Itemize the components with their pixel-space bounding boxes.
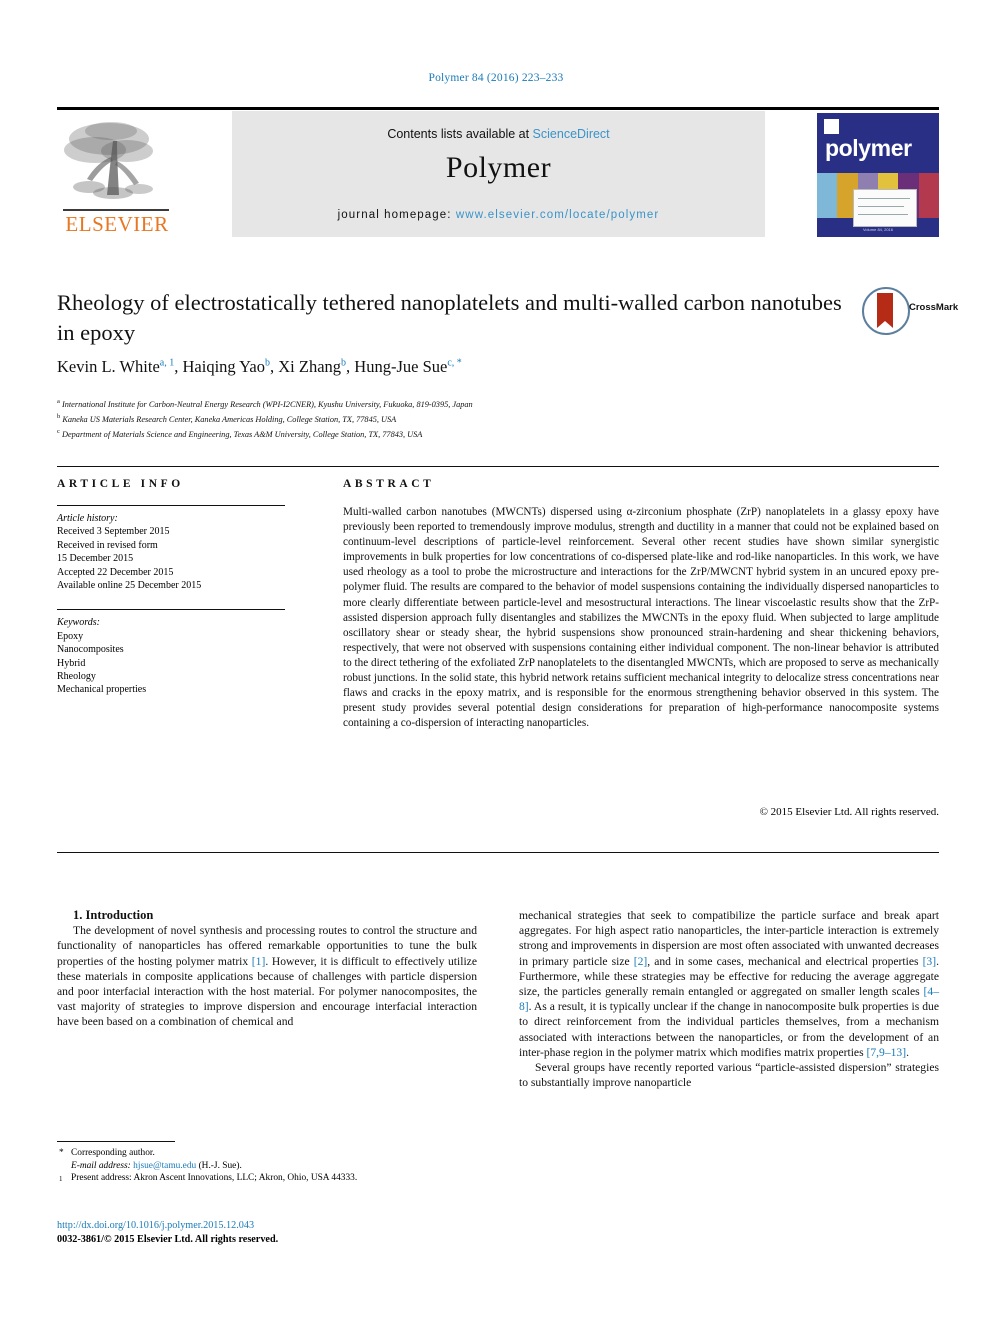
article-history-item: 15 December 2015 [57, 553, 134, 565]
intro-paragraph-left: The development of novel synthesis and p… [57, 923, 477, 1029]
author-name: Kevin L. White [57, 357, 160, 376]
author-affiliation-mark: b [265, 357, 271, 369]
email-owner: (H.-J. Sue). [198, 1160, 242, 1171]
footnote-rule [57, 1141, 175, 1142]
intro-paragraph-right-1: mechanical strategies that seek to compa… [519, 908, 939, 1060]
author-list: Kevin L. Whitea, 1, Haiqing Yaob, Xi Zha… [57, 357, 462, 376]
email-link[interactable]: hjsue@tamu.edu [133, 1161, 196, 1171]
introduction-left-column: 1. Introduction The development of novel… [57, 908, 477, 1030]
affiliation-mark: a [57, 398, 60, 405]
article-history-item: Available online 25 December 2015 [57, 580, 202, 592]
crossmark-icon [862, 287, 910, 335]
journal-homepage-link[interactable]: www.elsevier.com/locate/polymer [456, 209, 659, 221]
article-info-column: Article history: Received 3 September 20… [57, 500, 285, 697]
cover-inset-figure [853, 189, 917, 227]
affiliation-item: a International Institute for Carbon-Neu… [57, 396, 887, 411]
keywords-label: Keywords: [57, 617, 100, 629]
journal-cover-thumbnail: polymer Volume 84, 2016 [817, 113, 939, 237]
keyword-item: Hybrid [57, 657, 86, 669]
keyword-item: Nanocomposites [57, 644, 124, 656]
citation-link[interactable]: [1] [252, 955, 266, 968]
article-history-label: Article history: [57, 513, 118, 524]
keywords-rule [57, 609, 285, 611]
page-title: Rheology of electrostatically tethered n… [57, 290, 842, 345]
affiliation-item: c Department of Materials Science and En… [57, 426, 887, 441]
affiliation-text: Kaneka US Materials Research Center, Kan… [62, 414, 397, 424]
issn-copyright-line: 0032-3861/© 2015 Elsevier Ltd. All right… [57, 1234, 279, 1245]
info-top-rule [57, 466, 939, 467]
elsevier-logo-rule [63, 209, 169, 211]
keyword-item: Mechanical properties [57, 684, 147, 696]
section-heading-introduction: 1. Introduction [73, 908, 154, 922]
keyword-item: Epoxy [57, 630, 84, 642]
crossmark-label: CrossMark [909, 302, 959, 313]
footnote-text: Corresponding author. [71, 1148, 155, 1158]
journal-homepage-line: journal homepage: www.elsevier.com/locat… [232, 209, 765, 221]
author-affiliation-mark: c, * [447, 357, 462, 369]
doi-link[interactable]: http://dx.doi.org/10.1016/j.polymer.2015… [57, 1219, 487, 1233]
elsevier-tree-icon [64, 122, 153, 199]
article-history-item: Received 3 September 2015 [57, 526, 170, 538]
cover-title: polymer [825, 135, 912, 161]
intro-text-part: . [906, 1045, 909, 1059]
affiliation-mark: c [57, 427, 60, 435]
article-history-item: Accepted 22 December 2015 [57, 566, 174, 578]
homepage-prefix: journal homepage: [337, 209, 456, 221]
keyword-item: Rheology [57, 671, 96, 683]
crossmark-bookmark-shape [877, 293, 893, 328]
author-affiliation-mark: b [341, 357, 347, 369]
footnote-email: E-mail address: hjsue@tamu.edu (H.-J. Su… [57, 1160, 477, 1173]
intro-text-part: , and in some cases, mechanical and elec… [647, 954, 923, 968]
article-info-heading: ARTICLE INFO [57, 478, 184, 490]
affiliation-text: Department of Materials Science and Engi… [61, 429, 423, 439]
abstract-text: Multi-walled carbon nanotubes (MWCNTs) d… [343, 506, 939, 730]
email-label: E-mail address: [71, 1160, 131, 1171]
cover-publisher-mark-icon [824, 119, 839, 134]
contents-available-line: Contents lists available at ScienceDirec… [232, 127, 765, 141]
intro-paragraph-right-2: Several groups have recently reported va… [519, 1061, 939, 1090]
footnote-marker: 1 [59, 1175, 63, 1184]
citation-link[interactable]: [3] [923, 955, 937, 968]
contents-prefix: Contents lists available at [387, 127, 533, 141]
abstract-copyright: © 2015 Elsevier Ltd. All rights reserved… [759, 806, 939, 818]
masthead-top-rule [57, 107, 939, 110]
author-name: Hung-Jue Sue [354, 357, 448, 376]
footnote-text: Present address: Akron Ascent Innovation… [71, 1173, 358, 1184]
footnote-block: * Corresponding author. E-mail address: … [57, 1141, 477, 1185]
introduction-right-column: mechanical strategies that seek to compa… [519, 908, 939, 1090]
footnote-marker: * [59, 1148, 64, 1158]
cover-footer-text: Volume 84, 2016 [862, 227, 894, 232]
affiliation-text: International Institute for Carbon-Neutr… [61, 399, 473, 409]
author-affiliation-mark: a, 1 [159, 357, 175, 369]
elsevier-wordmark: ELSEVIER [65, 212, 169, 236]
footnote-corresponding-author: * Corresponding author. [57, 1147, 477, 1160]
journal-masthead: Contents lists available at ScienceDirec… [57, 107, 939, 237]
author-name: Haiqing Yao [182, 357, 266, 376]
journal-name: Polymer [445, 151, 552, 184]
elsevier-logo: ELSEVIER [57, 113, 177, 236]
info-bottom-rule [57, 852, 939, 853]
running-head: Polymer 84 (2016) 223–233 [428, 72, 564, 84]
article-page: Polymer 84 (2016) 223–233 Contents lists… [0, 0, 992, 1323]
sciencedirect-link[interactable]: ScienceDirect [533, 127, 610, 141]
affiliation-list: a International Institute for Carbon-Neu… [57, 396, 887, 441]
footnote-present-address: 1 Present address: Akron Ascent Innovati… [57, 1172, 477, 1185]
citation-link[interactable]: [7,9–13] [866, 1046, 906, 1059]
article-history-item: Received in revised form [57, 539, 158, 551]
article-info-rule [57, 505, 285, 506]
crossmark-badge[interactable]: CrossMark [862, 287, 958, 337]
abstract-heading: ABSTRACT [343, 478, 435, 490]
affiliation-item: b Kaneka US Materials Research Center, K… [57, 411, 887, 426]
affiliation-mark: b [57, 412, 61, 420]
author-name: Xi Zhang [278, 357, 342, 376]
citation-link[interactable]: [2] [634, 955, 648, 968]
footer-block: http://dx.doi.org/10.1016/j.polymer.2015… [57, 1219, 487, 1247]
